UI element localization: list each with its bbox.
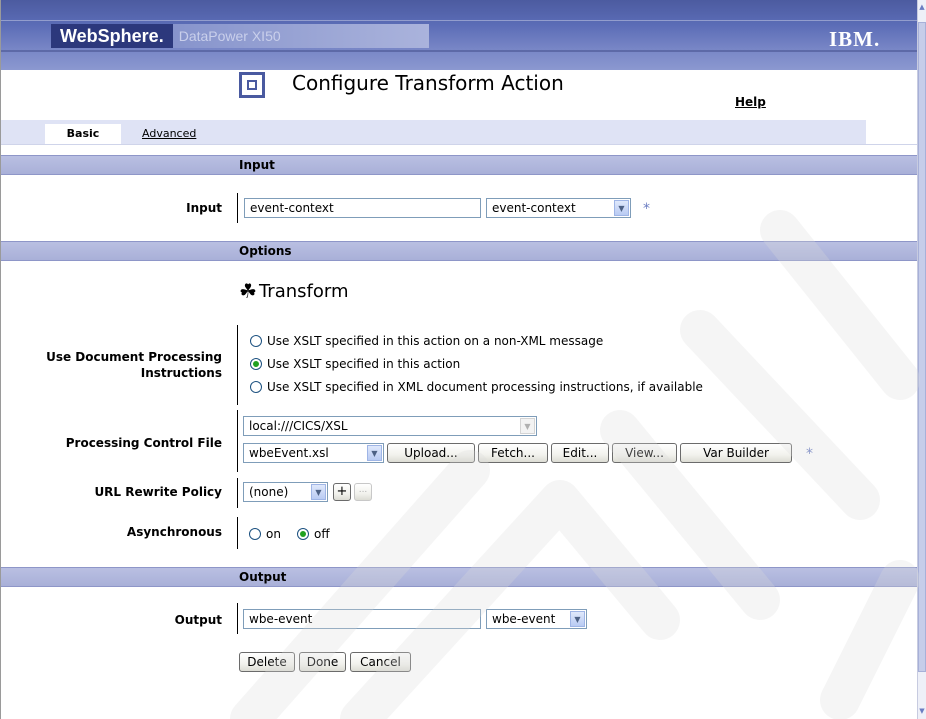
section-header-output: Output [1, 567, 918, 587]
page-title: Configure Transform Action [292, 71, 564, 95]
radio-label: Use XSLT specified in this action on a n… [267, 334, 604, 348]
radio-button-selected[interactable] [250, 358, 262, 370]
input-label: Input [186, 201, 222, 215]
add-policy-button[interactable]: + [333, 483, 351, 501]
radio-button-selected[interactable] [297, 528, 309, 540]
chevron-down-icon[interactable]: ▼ [367, 445, 382, 461]
radio-label: off [314, 527, 330, 541]
edit-policy-button[interactable]: ... [354, 483, 372, 501]
ibm-logo: IBM. [829, 27, 881, 51]
select-value: wbe-event [492, 612, 556, 626]
select-value: local:///CICS/XSL [249, 419, 348, 433]
required-icon: * [643, 201, 650, 217]
processing-control-label: Processing Control File [65, 436, 222, 450]
section-title: Options [239, 244, 292, 258]
top-banner: WebSphere. DataPower XI50 IBM. [1, 0, 918, 70]
section-title: Input [239, 158, 275, 172]
action-icon [239, 72, 265, 98]
radio-option-non-xml[interactable]: Use XSLT specified in this action on a n… [250, 334, 603, 348]
delete-button[interactable]: Delete [239, 652, 295, 672]
chevron-down-icon[interactable]: ▼ [520, 418, 535, 434]
brand-product: DataPower XI50 [172, 24, 429, 48]
required-icon: * [806, 446, 813, 462]
divider [1, 144, 918, 145]
output-context-field[interactable]: wbe-event [243, 609, 481, 629]
scroll-up-icon[interactable]: ▲ [918, 2, 926, 12]
field-divider [237, 193, 238, 223]
chevron-down-icon[interactable]: ▼ [311, 484, 326, 500]
edit-button[interactable]: Edit... [551, 443, 609, 463]
radio-button[interactable] [249, 528, 261, 540]
async-off-option[interactable]: off [297, 527, 330, 541]
select-value: wbeEvent.xsl [249, 446, 329, 460]
chevron-down-icon[interactable]: ▼ [614, 200, 629, 216]
url-rewrite-select[interactable]: (none) ▼ [243, 482, 328, 502]
radio-option-xml-instructions[interactable]: Use XSLT specified in XML document proce… [250, 380, 703, 394]
use-doc-processing-label: Use Document Processing Instructions [46, 349, 222, 381]
field-divider [237, 603, 238, 634]
input-context-field[interactable]: event-context [244, 198, 481, 218]
transform-heading: ☘ Transform [239, 279, 348, 303]
field-divider [237, 478, 238, 508]
field-divider [237, 410, 238, 472]
section-title: Output [239, 570, 287, 584]
transform-icon: ☘ [239, 279, 257, 303]
section-header-options: Options [1, 241, 918, 261]
view-button[interactable]: View... [612, 443, 677, 463]
radio-button[interactable] [250, 381, 262, 393]
radio-button[interactable] [250, 335, 262, 347]
field-divider [237, 517, 238, 549]
input-context-select[interactable]: event-context ▼ [486, 198, 631, 218]
transform-label: Transform [258, 280, 349, 302]
label-line: Use Document Processing [46, 350, 222, 364]
section-header-input: Input [1, 155, 918, 175]
file-select[interactable]: wbeEvent.xsl ▼ [243, 443, 384, 463]
radio-label: Use XSLT specified in XML document proce… [267, 380, 703, 394]
tab-bar: Basic Advanced [1, 120, 866, 144]
async-on-option[interactable]: on [249, 527, 281, 541]
asynchronous-label: Asynchronous [126, 525, 222, 539]
path-select[interactable]: local:///CICS/XSL ▼ [243, 416, 537, 436]
cancel-button[interactable]: Cancel [350, 652, 411, 672]
brand-websphere: WebSphere. [51, 24, 173, 48]
radio-option-this-action[interactable]: Use XSLT specified in this action [250, 357, 460, 371]
fetch-button[interactable]: Fetch... [478, 443, 548, 463]
scroll-thumb[interactable] [918, 22, 926, 672]
url-rewrite-label: URL Rewrite Policy [94, 485, 222, 499]
select-value: event-context [492, 201, 576, 215]
upload-button[interactable]: Upload... [387, 443, 475, 463]
output-context-select[interactable]: wbe-event ▼ [486, 609, 587, 629]
page-frame: WebSphere. DataPower XI50 IBM. Configure… [0, 0, 918, 719]
radio-label: on [266, 527, 281, 541]
label-line: Instructions [140, 366, 222, 380]
websphere-logo: WebSphere. DataPower XI50 [51, 24, 429, 48]
vertical-scrollbar[interactable]: ▲ ▼ [917, 0, 926, 719]
done-button[interactable]: Done [299, 652, 346, 672]
output-label: Output [174, 613, 222, 627]
field-divider [237, 325, 238, 405]
tab-basic[interactable]: Basic [45, 124, 121, 144]
help-link[interactable]: Help [735, 95, 766, 109]
chevron-down-icon[interactable]: ▼ [570, 611, 585, 627]
tab-advanced[interactable]: Advanced [142, 124, 196, 144]
scroll-down-icon[interactable]: ▼ [918, 706, 926, 716]
select-value: (none) [249, 485, 289, 499]
radio-label: Use XSLT specified in this action [267, 357, 461, 371]
var-builder-button[interactable]: Var Builder [680, 443, 792, 463]
